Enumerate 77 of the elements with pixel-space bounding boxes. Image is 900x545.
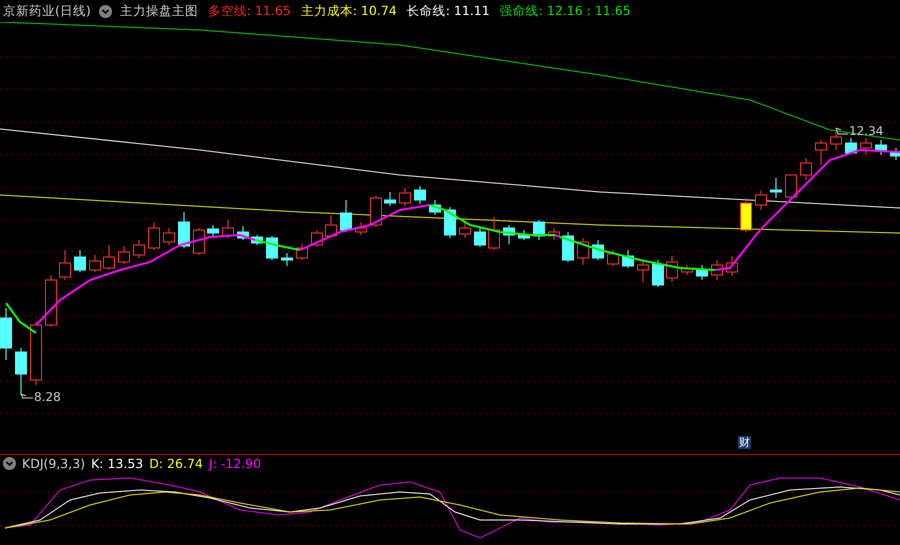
stock-name: 京新药业(日线) [3, 2, 91, 20]
indicator-value: 长命线: 11.11 [406, 2, 490, 20]
candlestick [711, 260, 723, 280]
chevron-down-icon[interactable] [3, 457, 16, 470]
candlestick [370, 196, 382, 228]
candlestick [118, 246, 130, 264]
candlestick [414, 186, 426, 204]
candlestick [207, 224, 219, 236]
candlestick [74, 250, 86, 272]
indicator-value: D: 26.74 [149, 456, 203, 471]
arrow-icon [20, 394, 34, 398]
candlestick [340, 200, 352, 232]
indicator-value: K: 13.53 [91, 456, 144, 471]
candlestick [740, 198, 752, 232]
candlestick [607, 250, 619, 266]
candlestick [533, 220, 545, 240]
candlestick [890, 148, 900, 160]
candlestick [384, 192, 396, 206]
candlestick [59, 250, 71, 280]
indicator-value: J: -12.90 [208, 456, 262, 471]
candlestick [148, 222, 160, 250]
candlestick [15, 348, 27, 396]
candlestick [444, 206, 456, 238]
candlestick [666, 256, 678, 282]
candlestick [562, 232, 574, 262]
indicator-value: 强命线: 12.16 : 11.65 [500, 2, 631, 20]
candlestick [637, 260, 649, 282]
candlestick [325, 214, 337, 238]
candlestick [860, 138, 872, 156]
candlestick [89, 254, 101, 272]
candlestick [696, 264, 708, 280]
candlestick [459, 222, 471, 238]
candlestick [45, 274, 57, 328]
chevron-down-icon[interactable] [98, 4, 112, 18]
candlestick [577, 238, 589, 266]
candlestick [251, 234, 263, 246]
candlestick [0, 308, 12, 360]
candlestick [518, 230, 530, 240]
candlestick [815, 140, 827, 166]
candlestick [281, 252, 293, 266]
indicator-name: 主力操盘主图 [120, 2, 198, 20]
candlestick [133, 240, 145, 258]
candlestick [193, 228, 205, 256]
candlestick [163, 228, 175, 246]
candlestick [178, 212, 190, 248]
candlestick [30, 322, 42, 386]
candlestick [622, 250, 634, 268]
candlestick [429, 200, 441, 216]
candlestick [399, 188, 411, 206]
candlestick [800, 158, 812, 180]
candlestick [237, 226, 249, 240]
candlestick [355, 222, 367, 236]
candlestick [845, 138, 857, 154]
candlestick [830, 132, 842, 150]
candlestick [548, 228, 560, 240]
high-price-label: 12.34 [849, 124, 884, 138]
candlestick [770, 178, 782, 198]
candlestick [296, 244, 308, 260]
candlestick [652, 260, 664, 288]
finance-badge[interactable]: 财 [738, 436, 751, 449]
indicator-name: KDJ(9,3,3) [22, 456, 86, 471]
indicator-value: 多空线: 11.65 [208, 2, 291, 20]
candlestick [503, 224, 515, 244]
candlestick [266, 236, 278, 260]
low-price-label: 8.28 [34, 390, 61, 404]
candlestick [726, 256, 738, 276]
candlestick [488, 216, 500, 250]
arrow-icon [836, 128, 848, 134]
candlestick [681, 264, 693, 276]
candlestick [755, 190, 767, 210]
candlestick [592, 240, 604, 260]
candlestick [222, 220, 234, 238]
candlestick [103, 244, 115, 270]
indicator-value: 主力成本: 10.74 [300, 2, 397, 20]
candlestick [785, 174, 797, 198]
candlestick [474, 228, 486, 248]
candlestick [875, 140, 887, 156]
